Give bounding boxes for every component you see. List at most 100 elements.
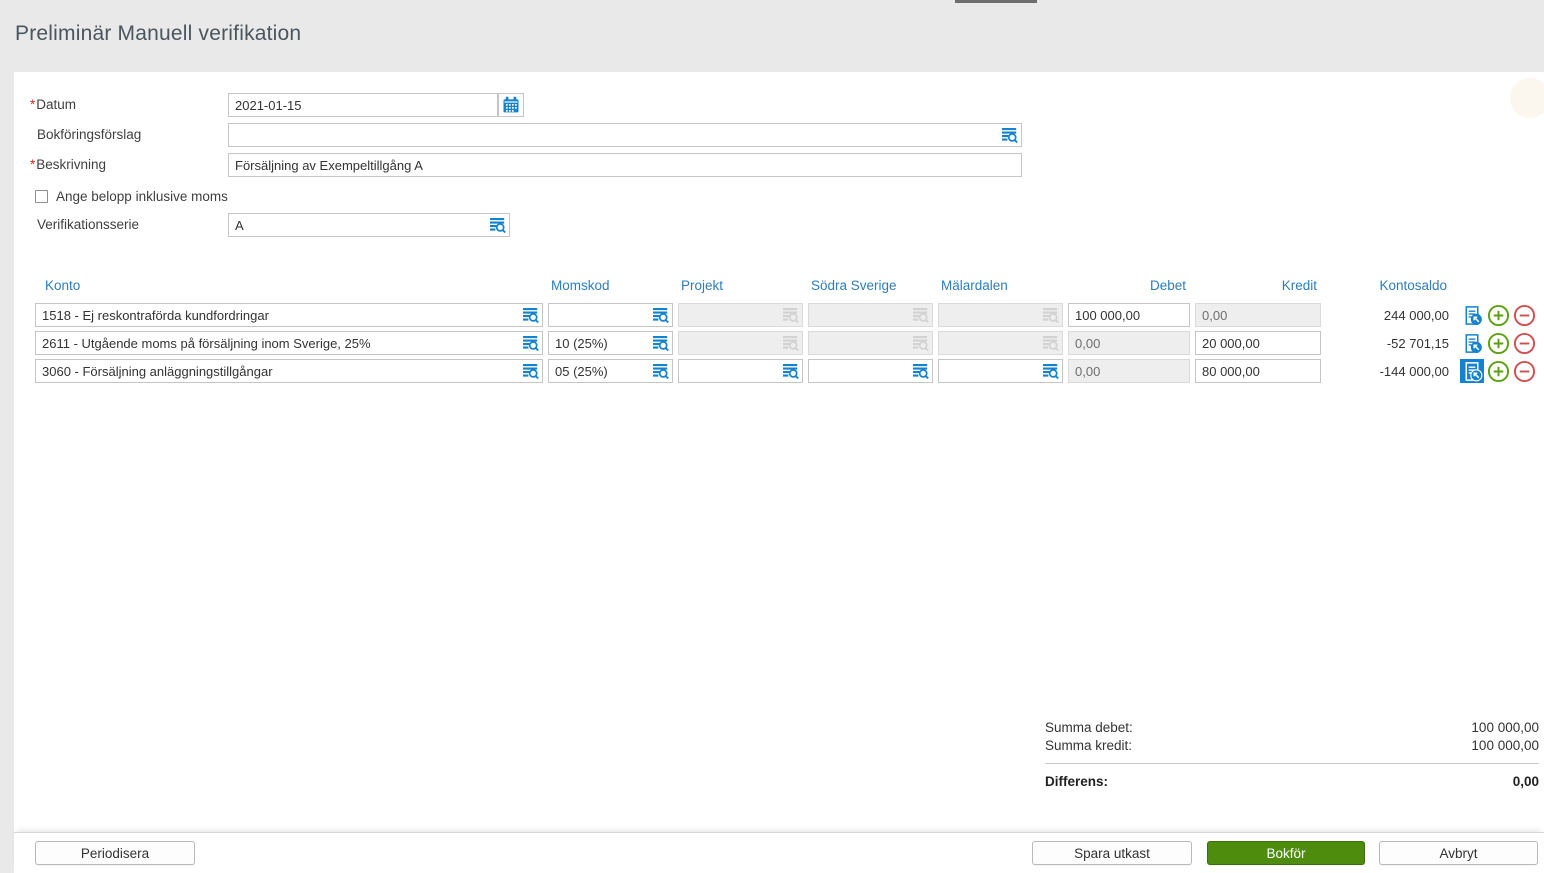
lookup-icon-disabled — [1042, 307, 1059, 324]
table-row: -144 000,00 — [35, 359, 1542, 383]
summa-kredit-value: 100 000,00 — [1471, 737, 1539, 755]
page-title: Preliminär Manuell verifikation — [15, 22, 301, 46]
bokforingsforslag-input[interactable] — [228, 123, 1022, 147]
plus-circle-icon — [1487, 304, 1510, 327]
plus-circle-icon — [1487, 360, 1510, 383]
bokfor-button[interactable]: Bokför — [1207, 841, 1365, 865]
column-header-konto: Konto — [35, 278, 543, 293]
required-asterisk: * — [30, 97, 35, 112]
kontosaldo-value: 244 000,00 — [1326, 308, 1451, 323]
summary-panel: Summa debet: 100 000,00 Summa kredit: 10… — [1045, 719, 1539, 791]
debet-input — [1068, 331, 1190, 355]
verifikationsserie-field-wrap — [228, 213, 510, 237]
lookup-icon-disabled — [912, 307, 929, 324]
kontosaldo-value: -52 701,15 — [1326, 336, 1451, 351]
summa-kredit-row: Summa kredit: 100 000,00 — [1045, 737, 1539, 755]
row-actions — [1456, 331, 1542, 355]
lookup-icon-disabled — [782, 307, 799, 324]
doc-arrow-icon — [1462, 333, 1483, 354]
periodisera-button[interactable]: Periodisera — [35, 841, 195, 865]
lookup-icon-disabled — [912, 335, 929, 352]
table-row: 244 000,00 — [35, 303, 1542, 327]
verification-rows: 244 000,00 — [35, 303, 1542, 387]
column-header-sodra-sverige: Södra Sverige — [808, 278, 933, 293]
add-row-button[interactable] — [1486, 359, 1510, 383]
kontosaldo-value: -144 000,00 — [1326, 364, 1451, 379]
datum-label: *Datum — [30, 93, 76, 117]
summa-debet-value: 100 000,00 — [1471, 719, 1539, 737]
add-row-button[interactable] — [1486, 303, 1510, 327]
beskrivning-field-wrap — [228, 153, 1022, 177]
calendar-icon — [502, 96, 520, 114]
summa-debet-row: Summa debet: 100 000,00 — [1045, 719, 1539, 737]
lookup-icon[interactable] — [1042, 363, 1059, 380]
required-asterisk: * — [30, 157, 35, 172]
top-window-artifact — [955, 0, 1037, 3]
minus-circle-icon — [1513, 304, 1536, 327]
moms-checkbox-row: Ange belopp inklusive moms — [35, 189, 228, 204]
avbryt-button[interactable]: Avbryt — [1379, 841, 1538, 865]
lookup-icon[interactable] — [652, 307, 669, 324]
kredit-input[interactable] — [1195, 359, 1321, 383]
lookup-icon[interactable] — [652, 335, 669, 352]
account-analysis-button[interactable] — [1460, 331, 1484, 355]
lookup-icon[interactable] — [1001, 127, 1018, 144]
moms-checkbox-label: Ange belopp inklusive moms — [56, 189, 228, 204]
kredit-input — [1195, 303, 1321, 327]
datum-field-wrap — [228, 93, 524, 117]
lookup-icon[interactable] — [489, 217, 506, 234]
remove-row-button[interactable] — [1512, 331, 1536, 355]
differens-value: 0,00 — [1513, 773, 1539, 791]
table-row: -52 701,15 — [35, 331, 1542, 355]
row-actions — [1456, 303, 1542, 327]
bokforingsforslag-label: Bokföringsförslag — [37, 123, 141, 147]
lookup-icon[interactable] — [522, 307, 539, 324]
verification-panel: *Datum Bokföringsförslag *Beskrivning — [14, 72, 1544, 832]
column-header-debet: Debet — [1068, 278, 1190, 293]
column-header-projekt: Projekt — [678, 278, 803, 293]
konto-input[interactable] — [35, 359, 543, 383]
add-row-button[interactable] — [1486, 331, 1510, 355]
summary-divider — [1045, 763, 1539, 764]
column-header-kredit: Kredit — [1195, 278, 1321, 293]
summa-kredit-label: Summa kredit: — [1045, 737, 1132, 755]
differens-label: Differens: — [1045, 773, 1108, 791]
lookup-icon[interactable] — [652, 363, 669, 380]
column-header-momskod: Momskod — [548, 278, 673, 293]
beskrivning-input[interactable] — [228, 153, 1022, 177]
lookup-icon[interactable] — [912, 363, 929, 380]
verifikationsserie-input[interactable] — [228, 213, 510, 237]
differens-row: Differens: 0,00 — [1045, 773, 1539, 791]
moms-checkbox[interactable] — [35, 190, 48, 203]
remove-row-button[interactable] — [1512, 303, 1536, 327]
lookup-icon[interactable] — [782, 363, 799, 380]
debet-input[interactable] — [1068, 303, 1190, 327]
kredit-input[interactable] — [1195, 331, 1321, 355]
spara-utkast-button[interactable]: Spara utkast — [1032, 841, 1192, 865]
footer-bar: Periodisera Spara utkast Bokför Avbryt — [14, 832, 1544, 873]
account-analysis-button[interactable] — [1460, 303, 1484, 327]
minus-circle-icon — [1513, 332, 1536, 355]
plus-circle-icon — [1487, 332, 1510, 355]
konto-input[interactable] — [35, 331, 543, 355]
doc-arrow-icon — [1462, 361, 1483, 382]
datum-input[interactable] — [228, 93, 498, 117]
doc-arrow-icon — [1462, 305, 1483, 326]
account-analysis-button-focused[interactable] — [1460, 359, 1484, 383]
lookup-icon[interactable] — [522, 335, 539, 352]
table-header: Konto Momskod Projekt Södra Sverige Mäla… — [35, 275, 1542, 295]
debet-input — [1068, 359, 1190, 383]
beskrivning-label: *Beskrivning — [30, 153, 106, 177]
lookup-icon[interactable] — [522, 363, 539, 380]
column-header-kontosaldo: Kontosaldo — [1326, 278, 1451, 293]
bokforingsforslag-field-wrap — [228, 123, 1022, 147]
help-bubble — [1510, 78, 1544, 118]
calendar-button[interactable] — [498, 93, 524, 117]
konto-input[interactable] — [35, 303, 543, 327]
remove-row-button[interactable] — [1512, 359, 1536, 383]
lookup-icon-disabled — [1042, 335, 1059, 352]
lookup-icon-disabled — [782, 335, 799, 352]
summa-debet-label: Summa debet: — [1045, 719, 1133, 737]
column-header-malardalen: Mälardalen — [938, 278, 1063, 293]
row-actions — [1456, 359, 1542, 383]
